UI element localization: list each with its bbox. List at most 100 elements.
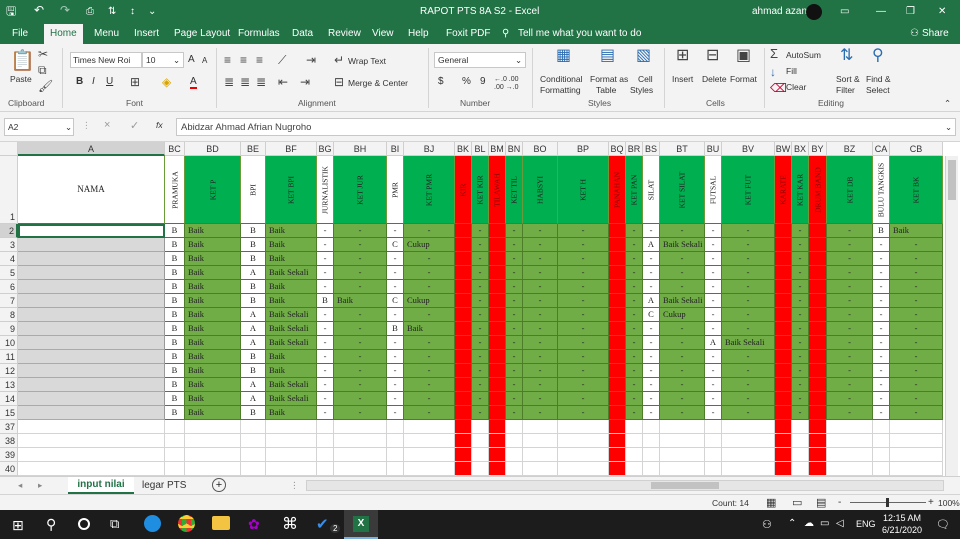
empty-cell[interactable] [890, 420, 943, 434]
prev-sheet-icon[interactable]: ◂ [18, 480, 22, 491]
column-header-bc[interactable]: BC [165, 142, 185, 156]
cut-icon[interactable]: ✂ [38, 48, 48, 60]
grade-cell[interactable]: - [792, 392, 809, 406]
grade-cell[interactable] [455, 378, 472, 392]
column-title-bt[interactable]: KET SILAT [660, 156, 705, 224]
empty-cell[interactable] [472, 420, 489, 434]
grade-cell[interactable]: Baik [266, 406, 317, 420]
grade-cell[interactable]: - [722, 308, 775, 322]
menu-data[interactable]: Data [292, 28, 313, 39]
grade-cell[interactable]: - [334, 238, 387, 252]
grade-cell[interactable]: - [626, 336, 643, 350]
grade-cell[interactable]: - [506, 252, 523, 266]
grade-cell[interactable]: - [660, 224, 705, 238]
empty-cell[interactable] [890, 434, 943, 448]
empty-cell[interactable] [775, 434, 792, 448]
app-icon[interactable]: ⌘ [282, 514, 298, 534]
grade-cell[interactable]: - [506, 280, 523, 294]
grade-cell[interactable]: - [705, 378, 722, 392]
align-left-icon[interactable]: ≣ [224, 76, 234, 88]
menu-home[interactable]: Home [44, 24, 83, 44]
empty-cell[interactable] [643, 462, 660, 476]
grade-cell[interactable]: - [792, 406, 809, 420]
grade-cell[interactable]: Baik [266, 280, 317, 294]
grade-cell[interactable] [809, 224, 827, 238]
grade-cell[interactable] [775, 364, 792, 378]
empty-cell[interactable] [890, 462, 943, 476]
restore-icon[interactable]: ❐ [906, 5, 915, 19]
delete-cells-icon[interactable]: ⊟ [706, 48, 719, 64]
empty-cell[interactable] [873, 462, 890, 476]
column-title-bu[interactable]: FUTSAL [705, 156, 722, 224]
column-title-bg[interactable]: JURNALISTIK [317, 156, 334, 224]
column-header-bk[interactable]: BK [455, 142, 472, 156]
grade-cell[interactable] [809, 294, 827, 308]
grade-cell[interactable]: - [792, 322, 809, 336]
column-header-ca[interactable]: CA [873, 142, 890, 156]
grade-cell[interactable]: - [523, 364, 558, 378]
empty-cell[interactable] [489, 420, 506, 434]
grade-cell[interactable]: - [404, 336, 455, 350]
grade-cell[interactable]: - [827, 238, 873, 252]
grade-cell[interactable]: - [523, 266, 558, 280]
empty-cell[interactable] [455, 420, 472, 434]
grade-cell[interactable]: - [506, 378, 523, 392]
grade-cell[interactable]: - [558, 308, 609, 322]
column-title-bk[interactable]: KIR [455, 156, 472, 224]
worksheet-grid[interactable]: A BC BD BE BF BG BH BI BJ BK BL BM BN BO BP BQ BR BS BT BU B… [0, 142, 960, 476]
grade-cell[interactable]: - [873, 336, 890, 350]
fill-button[interactable]: Fill [786, 66, 797, 76]
grade-cell[interactable]: - [792, 308, 809, 322]
grade-cell[interactable] [609, 378, 626, 392]
empty-cell[interactable] [827, 448, 873, 462]
grade-cell[interactable]: - [643, 406, 660, 420]
column-title-by[interactable]: DRUM BAND [809, 156, 827, 224]
grade-cell[interactable]: - [472, 294, 489, 308]
grade-cell[interactable]: - [472, 364, 489, 378]
grade-cell[interactable]: - [722, 238, 775, 252]
grade-cell[interactable]: Baik [185, 322, 241, 336]
grade-cell[interactable] [809, 378, 827, 392]
grade-cell[interactable] [809, 280, 827, 294]
grade-cell[interactable]: - [626, 364, 643, 378]
empty-cell[interactable] [387, 448, 404, 462]
empty-cell[interactable] [472, 462, 489, 476]
ribbon-display-icon[interactable]: ▭ [840, 5, 849, 19]
grade-cell[interactable]: - [643, 378, 660, 392]
grade-cell[interactable]: - [317, 266, 334, 280]
empty-cell[interactable] [626, 420, 643, 434]
grade-cell[interactable]: - [626, 350, 643, 364]
grade-cell[interactable] [609, 350, 626, 364]
grade-cell[interactable]: B [873, 224, 890, 238]
conditional-formatting-button-line2[interactable]: Formatting [540, 85, 581, 95]
grade-cell[interactable]: - [626, 406, 643, 420]
grade-cell[interactable]: Baik Sekali [266, 336, 317, 350]
grade-cell[interactable]: Baik [266, 224, 317, 238]
grade-cell[interactable]: - [873, 266, 890, 280]
grade-cell[interactable]: - [387, 406, 404, 420]
grade-cell[interactable] [455, 336, 472, 350]
empty-cell[interactable] [18, 420, 165, 434]
find-select-button[interactable]: Find & [866, 74, 891, 84]
column-title-bh[interactable]: KET JUR [334, 156, 387, 224]
grade-cell[interactable] [809, 252, 827, 266]
empty-cell[interactable] [241, 448, 266, 462]
empty-cell[interactable] [626, 462, 643, 476]
grade-cell[interactable]: B [165, 280, 185, 294]
grade-cell[interactable] [775, 392, 792, 406]
share-button[interactable]: Share [922, 28, 949, 39]
normal-view-icon[interactable]: ▦ [766, 496, 776, 509]
zoom-slider[interactable] [850, 498, 926, 507]
tell-me-input[interactable]: Tell me what you want to do [518, 28, 641, 39]
grade-cell[interactable]: - [317, 280, 334, 294]
grade-cell[interactable]: - [626, 308, 643, 322]
grade-cell[interactable]: - [404, 308, 455, 322]
grade-cell[interactable]: - [722, 378, 775, 392]
grade-cell[interactable]: - [317, 238, 334, 252]
grade-cell[interactable]: - [792, 238, 809, 252]
empty-cell[interactable] [523, 448, 558, 462]
grade-cell[interactable]: - [873, 350, 890, 364]
grade-cell[interactable] [609, 336, 626, 350]
cell-styles-icon[interactable]: ▧ [636, 48, 651, 64]
currency-button[interactable]: $ [438, 76, 444, 87]
